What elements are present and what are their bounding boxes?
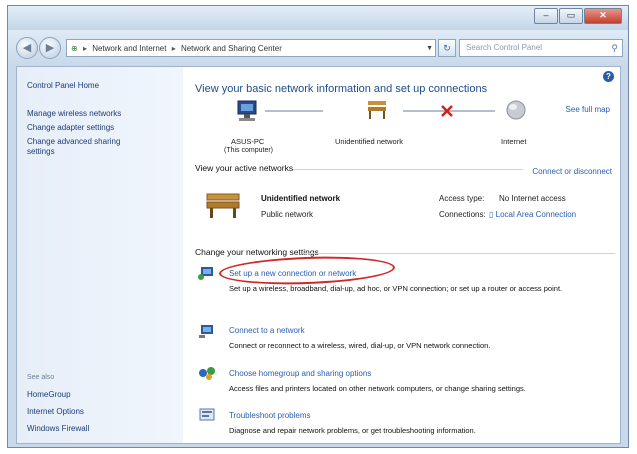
address-dropdown-icon[interactable]: ▼	[426, 40, 433, 56]
see-also-label: See also	[27, 374, 55, 381]
homegroup-sharing-link[interactable]: Choose homegroup and sharing options	[229, 369, 371, 378]
breadcrumb-network-and-internet[interactable]: Network and Internet	[92, 44, 166, 53]
active-networks-title: View your active networks	[195, 163, 294, 173]
network-map	[237, 100, 526, 121]
breadcrumb-arrow-icon: ▸	[171, 44, 176, 53]
homegroup-icon	[199, 367, 215, 380]
connect-or-disconnect-link[interactable]: Connect or disconnect	[532, 167, 612, 176]
internet-globe-icon	[506, 100, 526, 120]
sidebar-internet-options[interactable]: Internet Options	[27, 407, 84, 417]
network-globe-icon: ⊕	[71, 44, 78, 53]
connections-label: Connections:	[439, 210, 486, 219]
map-computer-sub: (This computer)	[224, 147, 274, 154]
address-toolbar: ◀ ▶ ⊕ ▸ Network and Internet ▸ Network a…	[8, 30, 628, 66]
main-panel: ? View your basic network information an…	[183, 67, 620, 443]
connect-to-network-desc: Connect or reconnect to a wireless, wire…	[229, 341, 491, 350]
minimize-button[interactable]: –	[534, 8, 558, 24]
sidebar-control-panel-home[interactable]: Control Panel Home	[27, 81, 99, 91]
search-input[interactable]: Search Control Panel ⚲	[459, 39, 623, 57]
bench-network-icon[interactable]	[205, 191, 245, 219]
ethernet-icon: ▯	[489, 210, 496, 219]
sidebar-homegroup[interactable]: HomeGroup	[27, 390, 71, 400]
homegroup-sharing-desc: Access files and printers located on oth…	[229, 384, 526, 393]
new-connection-icon	[198, 267, 213, 280]
sidebar-change-adapter[interactable]: Change adapter settings	[27, 123, 114, 133]
map-network-name[interactable]: Unidentified network	[335, 137, 403, 146]
back-button[interactable]: ◀	[16, 37, 38, 59]
computer-icon	[237, 100, 257, 121]
content-pane: Control Panel Home Manage wireless netwo…	[16, 66, 621, 444]
troubleshoot-icon	[199, 408, 215, 421]
bench-network-icon	[368, 101, 386, 119]
sidebar-change-advanced-sharing[interactable]: Change advanced sharing	[27, 137, 120, 147]
active-network-type[interactable]: Public network	[261, 210, 313, 219]
divider	[303, 253, 615, 254]
breadcrumb-network-and-sharing-center[interactable]: Network and Sharing Center	[181, 44, 282, 53]
local-area-connection-link[interactable]: ▯ Local Area Connection	[489, 210, 576, 219]
help-icon[interactable]: ?	[603, 71, 614, 82]
sidebar-windows-firewall[interactable]: Windows Firewall	[27, 424, 89, 434]
troubleshoot-link[interactable]: Troubleshoot problems	[229, 411, 311, 420]
window-controls: – ▭ ✕	[533, 8, 622, 24]
close-button[interactable]: ✕	[584, 8, 622, 24]
troubleshoot-desc: Diagnose and repair network problems, or…	[229, 426, 476, 435]
search-placeholder: Search Control Panel	[466, 43, 543, 52]
map-computer-name: ASUS-PC	[231, 137, 265, 146]
access-type-label: Access type:	[439, 194, 485, 203]
change-settings-title: Change your networking settings	[195, 247, 319, 257]
access-type-value: No Internet access	[499, 194, 566, 203]
sidebar-manage-wireless[interactable]: Manage wireless networks	[27, 109, 121, 119]
page-heading: View your basic network information and …	[195, 83, 488, 95]
setup-new-connection-desc: Set up a wireless, broadband, dial-up, a…	[229, 284, 563, 293]
sidebar-change-advanced-sharing-cont[interactable]: settings	[27, 147, 55, 157]
local-area-connection-text: Local Area Connection	[495, 210, 577, 219]
active-network-name: Unidentified network	[261, 194, 341, 203]
address-bar[interactable]: ⊕ ▸ Network and Internet ▸ Network and S…	[66, 39, 436, 57]
map-internet[interactable]: Internet	[501, 137, 526, 146]
window: – ▭ ✕ ◀ ▶ ⊕ ▸ Network and Internet ▸ Net…	[7, 5, 629, 448]
title-bar: – ▭ ✕	[8, 6, 628, 30]
sidebar: Control Panel Home Manage wireless netwo…	[17, 67, 183, 443]
maximize-button[interactable]: ▭	[559, 8, 583, 24]
forward-button[interactable]: ▶	[39, 37, 61, 59]
divider	[293, 169, 523, 170]
search-icon[interactable]: ⚲	[611, 40, 618, 56]
breadcrumb-arrow-icon: ▸	[82, 44, 87, 53]
connect-to-network-link[interactable]: Connect to a network	[229, 326, 305, 335]
refresh-button[interactable]: ↻	[438, 39, 456, 57]
connect-network-icon	[199, 325, 213, 338]
